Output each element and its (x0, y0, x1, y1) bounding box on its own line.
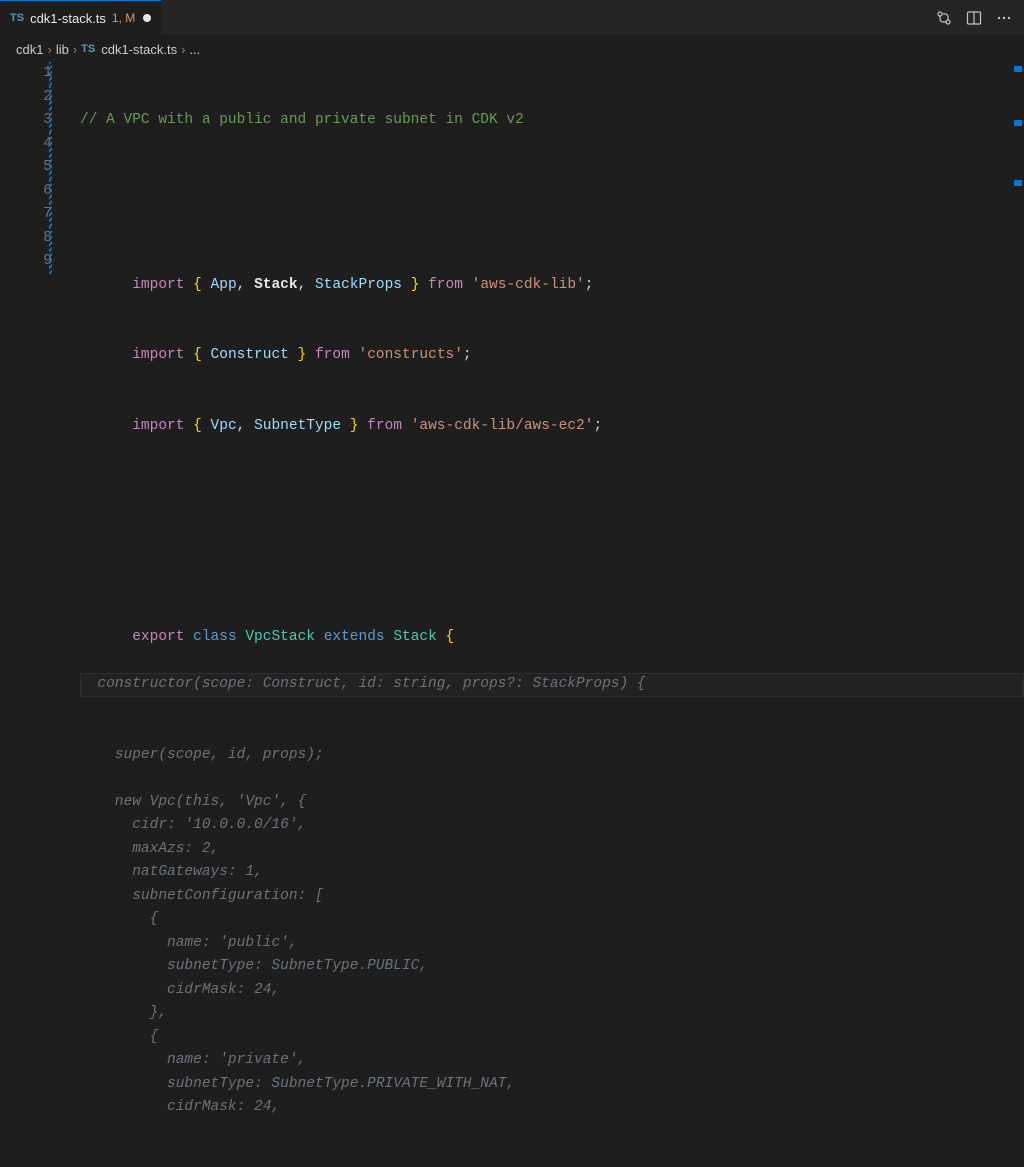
overview-ruler (1010, 62, 1022, 671)
chevron-right-icon: › (47, 42, 51, 57)
line-number: 4 (0, 133, 52, 157)
line-number: 6 (0, 180, 52, 204)
active-line[interactable]: constructor(scope: Construct, id: string… (80, 673, 1024, 697)
line-number: 2 (0, 86, 52, 110)
code-editor[interactable]: 1 2 3 4 5 6 7▸ 8 9 // A VPC with a publi… (0, 62, 1024, 671)
line-number: 1 (0, 62, 52, 86)
compare-changes-icon[interactable] (936, 10, 952, 26)
inline-suggestion: }, (80, 1005, 167, 1021)
unsaved-dot-icon (143, 14, 151, 22)
editor-actions (936, 0, 1024, 35)
code-area[interactable]: // A VPC with a public and private subne… (62, 62, 1024, 671)
tab-filename: cdk1-stack.ts (30, 11, 106, 26)
editor-tab[interactable]: TS cdk1-stack.ts 1, M (0, 0, 161, 35)
code-comment: // A VPC with a public and private subne… (80, 112, 524, 128)
inline-suggestion: subnetType: SubnetType.PRIVATE_WITH_NAT, (80, 1076, 515, 1092)
more-actions-icon[interactable] (996, 10, 1012, 26)
chevron-right-icon: › (181, 42, 185, 57)
inline-suggestion: new Vpc(this, 'Vpc', { (80, 794, 306, 810)
line-number: 5 (0, 156, 52, 180)
breadcrumb-symbol[interactable]: ... (189, 42, 200, 57)
line-number: 9 (0, 250, 52, 274)
line-number: 8 (0, 227, 52, 251)
inline-suggestion: subnetType: SubnetType.PUBLIC, (80, 958, 428, 974)
breadcrumb: cdk1 › lib › TS cdk1-stack.ts › ... (0, 36, 1024, 62)
inline-suggestion: constructor(scope: Construct, id: string… (80, 676, 646, 692)
typescript-icon: TS (10, 12, 24, 24)
inline-suggestion: super(scope, id, props); (80, 747, 324, 763)
chevron-right-icon: › (73, 42, 77, 57)
line-number: 3 (0, 109, 52, 133)
inline-suggestion: { (80, 1029, 158, 1045)
breadcrumb-folder[interactable]: lib (56, 42, 69, 57)
inline-suggestion: maxAzs: 2, (80, 841, 219, 857)
inline-suggestion: name: 'public', (80, 935, 298, 951)
tab-bar: TS cdk1-stack.ts 1, M (0, 0, 1024, 36)
inline-suggestion: natGateways: 1, (80, 864, 263, 880)
breadcrumb-file[interactable]: cdk1-stack.ts (101, 42, 177, 57)
split-editor-icon[interactable] (966, 10, 982, 26)
line-number: 7▸ (0, 203, 52, 227)
inline-suggestion: subnetConfiguration: [ (80, 888, 324, 904)
inline-suggestion: cidr: '10.0.0.0/16', (80, 817, 306, 833)
inline-suggestion: name: 'private', (80, 1052, 306, 1068)
inline-suggestion: { (80, 911, 158, 927)
inline-suggestion: cidrMask: 24, (80, 982, 280, 998)
inline-suggestion: cidrMask: 24, (80, 1099, 280, 1115)
tab-modified-indicator: 1, M (112, 11, 135, 25)
line-number-gutter: 1 2 3 4 5 6 7▸ 8 9 (0, 62, 62, 671)
typescript-icon: TS (81, 43, 95, 55)
breadcrumb-folder[interactable]: cdk1 (16, 42, 43, 57)
